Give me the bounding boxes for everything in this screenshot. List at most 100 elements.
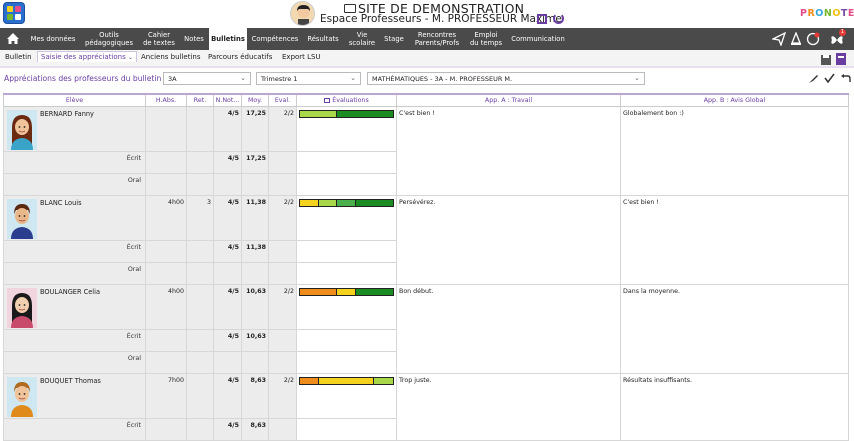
oral-label: Oral — [3, 350, 146, 374]
nav-cahier-de-textes[interactable]: Cahier de textes — [139, 28, 179, 50]
undo-icon[interactable] — [840, 73, 851, 84]
app-logo-icon[interactable] — [3, 2, 25, 24]
tab-saisie-label: Saisie des appréciations — [41, 53, 126, 61]
app-b-cell[interactable]: C'est bien ! — [620, 194, 849, 285]
nav-outils-pedagogiques[interactable]: Outils pédagogiques — [81, 28, 137, 50]
student-photo — [7, 376, 37, 417]
brush-icon[interactable] — [808, 73, 819, 84]
user-avatar[interactable] — [290, 1, 315, 26]
evaluations-cell[interactable] — [296, 372, 397, 419]
nav-notes[interactable]: Notes — [181, 28, 207, 50]
save-icon[interactable] — [820, 54, 832, 66]
tab-bulletin[interactable]: Bulletin — [5, 53, 32, 61]
evaluations-cell[interactable] — [296, 283, 397, 330]
app-b-cell[interactable]: Résultats insuffisants. — [620, 372, 849, 441]
eval-cell: 2/2 — [268, 283, 297, 330]
period-select[interactable]: Trimestre 1 ⌄ — [256, 72, 361, 85]
ecrit-label: Écrit — [3, 150, 146, 174]
col-app-b[interactable]: App. B : Avis Global — [620, 93, 849, 107]
nav-emploi-du-temps[interactable]: Emploi du temps — [467, 28, 505, 50]
alert-icon[interactable] — [789, 32, 803, 46]
col-app-a[interactable]: App. A : Travail — [396, 93, 621, 107]
evaluations-cell[interactable] — [296, 105, 397, 152]
table-row[interactable]: BERNARD Fanny 4/5 17,25 2/2 C'est bien !… — [3, 105, 849, 196]
empty-cell — [268, 239, 297, 263]
empty-cell — [186, 328, 214, 352]
evaluation-segment — [300, 110, 338, 117]
app-a-cell[interactable]: Trop juste. — [396, 372, 621, 441]
nav-bulletins[interactable]: Bulletins — [209, 28, 247, 50]
send-icon[interactable] — [772, 32, 786, 46]
nav-stage[interactable]: Stage — [381, 28, 407, 50]
empty-cell — [296, 172, 397, 196]
chat-icon[interactable] — [806, 32, 820, 46]
habs-cell[interactable]: 4h00 — [145, 283, 187, 330]
col-eval[interactable]: Eval. — [268, 93, 297, 107]
student-cell[interactable]: BOUQUET Thomas — [3, 372, 146, 419]
empty-cell — [145, 239, 187, 263]
empty-cell — [186, 261, 214, 285]
table-row[interactable]: BLANC Louis 4h00 3 4/5 11,38 2/2 Persévé… — [3, 194, 849, 285]
app-a-cell[interactable]: Persévérez. — [396, 194, 621, 285]
nav-communication[interactable]: Communication — [507, 28, 569, 50]
app-b-cell[interactable]: Dans la moyenne. — [620, 283, 849, 374]
nnot-cell: 4/5 — [213, 372, 242, 419]
col-ret[interactable]: Ret. — [186, 93, 214, 107]
tab-parcours-educatifs[interactable]: Parcours éducatifs — [208, 53, 272, 61]
ecrit-label: Écrit — [3, 239, 146, 263]
evaluation-segment — [337, 288, 356, 295]
notifications-button[interactable]: 1 — [830, 29, 848, 46]
nav-vie-scolaire[interactable]: Vie scolaire — [345, 28, 379, 50]
empty-cell — [296, 261, 397, 285]
col-moy[interactable]: Moy. — [241, 93, 269, 107]
power-icon[interactable] — [553, 13, 564, 24]
empty-cell — [268, 261, 297, 285]
student-cell[interactable]: BLANC Louis — [3, 194, 146, 241]
app-b-cell[interactable]: Globalement bon :) — [620, 105, 849, 196]
empty-cell — [186, 417, 214, 441]
app-a-cell[interactable]: Bon début. — [396, 283, 621, 374]
chevron-down-icon: ⌄ — [634, 74, 640, 82]
col-eleve[interactable]: Elève — [3, 93, 146, 107]
ecrit-moy: 17,25 — [241, 150, 269, 174]
habs-cell[interactable] — [145, 105, 187, 152]
table-row[interactable]: BOULANGER Celia 4h00 4/5 10,63 2/2 Bon d… — [3, 283, 849, 374]
student-photo — [7, 109, 37, 150]
home-icon[interactable] — [6, 32, 20, 45]
col-habs[interactable]: H.Abs. — [145, 93, 187, 107]
evaluations-cell[interactable] — [296, 194, 397, 241]
chevron-down-icon: ⌄ — [350, 74, 356, 82]
nav-rencontres-parents-profs[interactable]: Rencontres Parents/Profs — [409, 28, 465, 50]
chevron-down-icon: ⌄ — [128, 54, 134, 61]
spell-check-icon[interactable] — [824, 73, 835, 84]
student-cell[interactable]: BOULANGER Celia — [3, 283, 146, 330]
empty-cell — [186, 172, 214, 196]
ret-cell[interactable]: 3 — [186, 194, 214, 241]
ret-cell[interactable] — [186, 372, 214, 419]
tab-anciens-bulletins[interactable]: Anciens bulletins — [141, 53, 200, 61]
evaluation-bar — [299, 376, 394, 385]
pdf-icon[interactable] — [835, 52, 847, 66]
ret-cell[interactable] — [186, 283, 214, 330]
habs-cell[interactable]: 4h00 — [145, 194, 187, 241]
table-header: Elève H.Abs. Ret. N.Not... Moy. Eval. Év… — [3, 93, 849, 107]
app-a-cell[interactable]: C'est bien ! — [396, 105, 621, 196]
service-select[interactable]: MATHÉMATIQUES - 3A - M. PROFESSEUR M. ⌄ — [367, 72, 645, 85]
ret-cell[interactable] — [186, 105, 214, 152]
qr-code-icon[interactable] — [537, 14, 547, 24]
nav-competences[interactable]: Compétences — [249, 28, 301, 50]
habs-cell[interactable]: 7h00 — [145, 372, 187, 419]
nav-resultats[interactable]: Résultats — [303, 28, 343, 50]
class-select[interactable]: 3A ⌄ — [163, 72, 251, 85]
tab-saisie-des-appreciations[interactable]: Saisie des appréciations ⌄ — [37, 51, 138, 62]
id-card-icon — [344, 4, 356, 13]
col-nnot[interactable]: N.Not... — [213, 93, 242, 107]
ecrit-nnot: 4/5 — [213, 417, 242, 441]
evaluation-segment — [318, 377, 375, 384]
student-cell[interactable]: BERNARD Fanny — [3, 105, 146, 152]
table-row[interactable]: BOUQUET Thomas 7h00 4/5 8,63 2/2 Trop ju… — [3, 372, 849, 441]
col-evaluations[interactable]: Évaluations — [296, 93, 397, 107]
nav-mes-donnees[interactable]: Mes données — [27, 28, 79, 50]
evaluation-segment — [337, 110, 393, 117]
tab-export-lsu[interactable]: Export LSU — [282, 53, 321, 61]
